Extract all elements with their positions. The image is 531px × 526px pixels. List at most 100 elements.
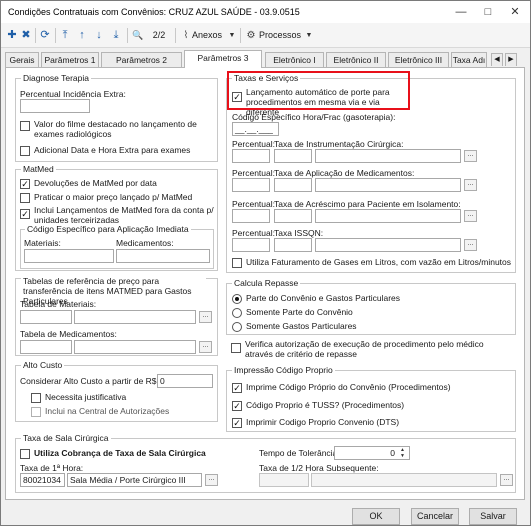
add-icon[interactable]: ✚: [6, 27, 18, 44]
gases-checkbox[interactable]: [232, 258, 242, 268]
repasse-option-1-label: Parte do Convênio e Gastos Particulares: [246, 293, 401, 303]
group-title: Impressão Código Proprio: [232, 365, 335, 375]
first-record-icon[interactable]: ⤒: [59, 27, 71, 44]
tabela-materiais-desc[interactable]: [74, 310, 196, 324]
materiais-input[interactable]: [24, 249, 114, 263]
medicamentos-input[interactable]: [116, 249, 210, 263]
cod-especifico-group: Código Específico para Aplicação Imediat…: [20, 224, 214, 269]
tabela-medicamentos-lookup-button[interactable]: ...: [199, 341, 212, 353]
tab-parametros-1[interactable]: Parâmetros 1: [41, 52, 99, 67]
aplicacao-pct[interactable]: [232, 178, 270, 192]
repasse-option-1-radio[interactable]: [232, 294, 242, 304]
minimize-icon[interactable]: —: [448, 1, 474, 23]
window-title: Condições Contratuais com Convênios: CRU…: [8, 7, 300, 17]
delete-icon[interactable]: ✖: [20, 27, 32, 44]
issqn-pct[interactable]: [232, 238, 270, 252]
acrescimo-code[interactable]: [274, 209, 312, 223]
praticar-checkbox[interactable]: [20, 193, 30, 203]
toolbar: ✚ ✖ ⟳ ⤒ ↑ ↓ ⤓ 🔍 2/2 ⌇ Anexos ▼ ⚙ Process…: [1, 23, 530, 48]
alto-custo-input[interactable]: 0: [157, 374, 213, 388]
attachments-button[interactable]: Anexos: [192, 27, 226, 44]
film-highlight-checkbox[interactable]: [20, 121, 30, 131]
taxa-meia-hora-label: Taxa de 1/2 Hora Subsequente:: [259, 463, 379, 473]
tab-scroll-right-icon[interactable]: ▶: [505, 53, 517, 66]
taxa-1-hora-lookup-button[interactable]: ...: [205, 474, 218, 486]
acrescimo-pct[interactable]: [232, 209, 270, 223]
previous-record-icon[interactable]: ↑: [76, 27, 88, 44]
instrumentacao-pct[interactable]: [232, 149, 270, 163]
chevron-down-icon[interactable]: ▼: [228, 27, 236, 44]
issqn-label: Taxa ISSQN:: [274, 228, 324, 238]
tab-eletronico-1[interactable]: Eletrônico I: [265, 52, 324, 67]
tab-parametros-3[interactable]: Parâmetros 3: [184, 50, 262, 68]
close-icon[interactable]: ✕: [502, 1, 528, 23]
tabela-medicamentos-desc[interactable]: [74, 340, 196, 354]
save-button[interactable]: Salvar: [469, 508, 517, 525]
instrumentacao-lookup-button[interactable]: ...: [464, 150, 477, 162]
highlight-box: [227, 71, 410, 110]
calcula-repasse-group: Calcula Repasse Parte do Convênio e Gast…: [226, 278, 516, 335]
group-title: Código Específico para Aplicação Imediat…: [25, 224, 191, 234]
tab-gerais[interactable]: Gerais: [5, 52, 39, 67]
acrescimo-lookup-button[interactable]: ...: [464, 210, 477, 222]
percentual-label: Percentual:: [232, 228, 275, 238]
taxa-meia-hora-desc[interactable]: [311, 473, 497, 487]
tabela-medicamentos-code[interactable]: [20, 340, 72, 354]
tabela-materiais-code[interactable]: [20, 310, 72, 324]
maximize-icon[interactable]: □: [475, 1, 501, 23]
verifica-label: Verifica autorização de execução de proc…: [245, 339, 484, 359]
pct-incidencia-input[interactable]: [20, 99, 90, 113]
tuss-label: Código Proprio é TUSS? (Procedimentos): [246, 400, 405, 410]
cod-hora-input[interactable]: __.__.___: [232, 122, 279, 136]
dts-checkbox[interactable]: ✓: [232, 418, 242, 428]
last-record-icon[interactable]: ⤓: [110, 27, 122, 44]
incluir-checkbox[interactable]: ✓: [20, 209, 30, 219]
aplicacao-lookup-button[interactable]: ...: [464, 179, 477, 191]
tempo-tolerancia-input[interactable]: 0: [334, 446, 410, 460]
alto-custo-label: Considerar Alto Custo a partir de R$: [20, 376, 157, 386]
taxa-meia-hora-lookup-button[interactable]: ...: [500, 474, 513, 486]
next-record-icon[interactable]: ↓: [93, 27, 105, 44]
issqn-lookup-button[interactable]: ...: [464, 239, 477, 251]
processes-button[interactable]: Processos: [259, 27, 303, 44]
taxa-1-hora-code[interactable]: 80021034: [20, 473, 65, 487]
central-checkbox[interactable]: [31, 407, 41, 417]
tab-parametros-2[interactable]: Parâmetros 2: [101, 52, 182, 67]
chevron-down-icon[interactable]: ▼: [305, 27, 313, 44]
verifica-checkbox[interactable]: [231, 343, 241, 353]
tabela-materiais-lookup-button[interactable]: ...: [199, 311, 212, 323]
search-icon[interactable]: 🔍: [131, 27, 145, 44]
taxa-1-hora-desc[interactable]: Sala Média / Porte Cirúrgico III: [67, 473, 202, 487]
acrescimo-desc[interactable]: [315, 209, 461, 223]
repasse-option-2-label: Somente Parte do Convênio: [246, 307, 353, 317]
spinner-arrows-icon[interactable]: ▲ ▼: [400, 447, 405, 459]
tab-eletronico-3[interactable]: Eletrônico III: [388, 52, 449, 67]
instrumentacao-desc[interactable]: [315, 149, 461, 163]
aplicacao-desc[interactable]: [315, 178, 461, 192]
utiliza-sala-label: Utiliza Cobrança de Taxa de Sala Cirúrgi…: [34, 448, 206, 458]
devolucoes-checkbox[interactable]: ✓: [20, 179, 30, 189]
extra-date-checkbox[interactable]: [20, 146, 30, 156]
tuss-checkbox[interactable]: ✓: [232, 401, 242, 411]
repasse-option-2-radio[interactable]: [232, 308, 242, 318]
repasse-option-3-radio[interactable]: [232, 322, 242, 332]
refresh-icon[interactable]: ⟳: [39, 27, 51, 44]
materiais-label: Materiais:: [24, 238, 61, 248]
issqn-desc[interactable]: [315, 238, 461, 252]
justificativa-checkbox[interactable]: [31, 393, 41, 403]
tab-panel: Diagnose Terapia Percentual Incidência E…: [5, 67, 525, 500]
acrescimo-label: Taxa de Acréscimo para Paciente em Isola…: [274, 199, 461, 209]
ok-button[interactable]: OK: [352, 508, 400, 525]
tab-taxa-adi[interactable]: Taxa Adı: [451, 52, 487, 67]
utiliza-sala-checkbox[interactable]: [20, 449, 30, 459]
tab-eletronico-2[interactable]: Eletrônico II: [326, 52, 386, 67]
instrumentacao-code[interactable]: [274, 149, 312, 163]
extra-date-label: Adicional Data e Hora Extra para exames: [34, 145, 191, 155]
tab-scroll-left-icon[interactable]: ◀: [491, 53, 503, 66]
cancel-button[interactable]: Cancelar: [411, 508, 459, 525]
issqn-code[interactable]: [274, 238, 312, 252]
imprime-codigo-checkbox[interactable]: ✓: [232, 383, 242, 393]
taxa-meia-hora-code[interactable]: [259, 473, 309, 487]
aplicacao-code[interactable]: [274, 178, 312, 192]
group-title: Taxa de Sala Cirúrgica: [21, 433, 111, 443]
